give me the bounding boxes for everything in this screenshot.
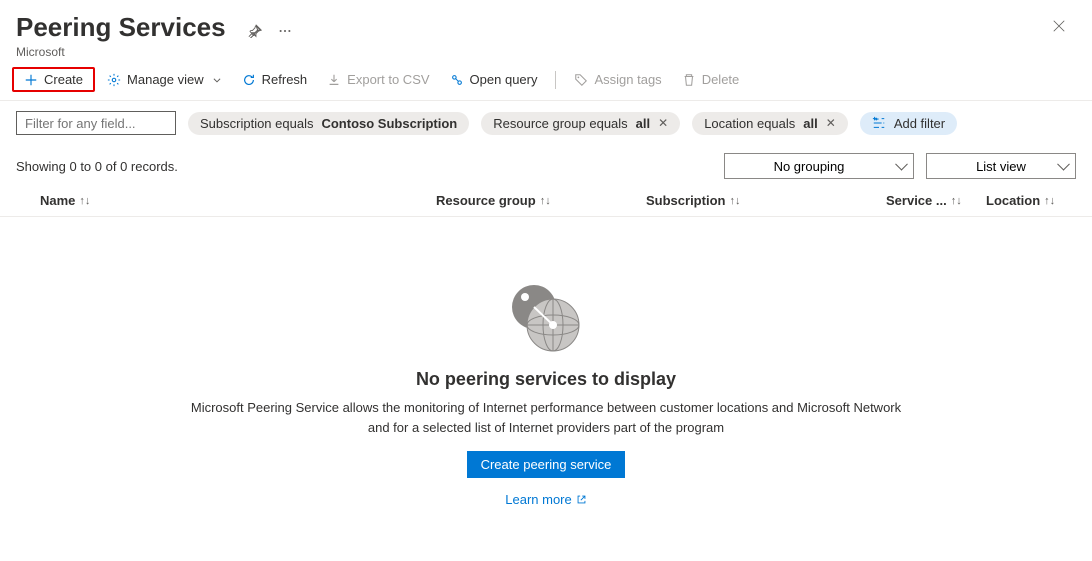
external-link-icon [576,494,587,505]
pin-icon [248,24,262,38]
page-title: Peering Services [16,12,226,43]
grouping-select[interactable]: No grouping [724,153,914,179]
table-header: Name↑↓ Resource group↑↓ Subscription↑↓ S… [0,185,1092,217]
delete-label: Delete [702,72,740,87]
globe-icon [40,277,1052,357]
status-row: Showing 0 to 0 of 0 records. No grouping… [0,145,1092,185]
refresh-icon [242,73,256,87]
create-peering-service-button[interactable]: Create peering service [467,451,626,478]
manage-view-button[interactable]: Manage view [99,68,230,91]
sort-icon: ↑↓ [1044,195,1055,207]
pin-button[interactable] [246,22,264,40]
pill-subscription-prefix: Subscription equals [200,116,313,131]
title-block: Peering Services Microsoft [16,12,1046,59]
empty-state: No peering services to display Microsoft… [0,217,1092,507]
learn-more-label: Learn more [505,492,571,507]
col-location[interactable]: Location↑↓ [986,193,1076,208]
create-button[interactable]: Create [12,67,95,92]
pill-loc-value: all [803,116,817,131]
col-service[interactable]: Service ...↑↓ [886,193,986,208]
create-label: Create [44,72,83,87]
col-name[interactable]: Name↑↓ [16,193,436,208]
tag-icon [574,73,588,87]
close-icon[interactable]: ✕ [826,116,836,130]
pill-location[interactable]: Location equals all ✕ [692,112,848,135]
filter-row: Subscription equals Contoso Subscription… [0,101,1092,145]
learn-more-link[interactable]: Learn more [505,492,586,507]
filter-input[interactable] [16,111,176,135]
close-icon[interactable]: ✕ [658,116,668,130]
chevron-down-icon [212,75,222,85]
records-count: Showing 0 to 0 of 0 records. [16,159,712,174]
empty-title: No peering services to display [40,369,1052,390]
add-filter-label: Add filter [894,116,945,131]
sort-icon: ↑↓ [540,195,551,207]
ellipsis-icon [278,24,292,38]
separator [555,71,556,89]
query-icon [450,73,464,87]
gear-icon [107,73,121,87]
toolbar: Create Manage view Refresh Export to CSV… [0,63,1092,101]
refresh-button[interactable]: Refresh [234,68,316,91]
page-subtitle: Microsoft [16,45,1046,59]
delete-button[interactable]: Delete [674,68,748,91]
col-subscription[interactable]: Subscription↑↓ [646,193,886,208]
more-button[interactable] [276,22,294,40]
sort-icon: ↑↓ [79,195,90,207]
view-mode-select[interactable]: List view [926,153,1076,179]
pill-subscription-value: Contoso Subscription [321,116,457,131]
col-resource-group[interactable]: Resource group↑↓ [436,193,646,208]
manage-view-label: Manage view [127,72,204,87]
add-filter-button[interactable]: Add filter [860,112,957,135]
sort-icon: ↑↓ [951,195,962,207]
empty-description: Microsoft Peering Service allows the mon… [186,398,906,437]
pill-resource-group[interactable]: Resource group equals all ✕ [481,112,680,135]
sort-icon: ↑↓ [729,195,740,207]
download-icon [327,73,341,87]
plus-icon [24,73,38,87]
page-header: Peering Services Microsoft [0,0,1092,63]
refresh-label: Refresh [262,72,308,87]
trash-icon [682,73,696,87]
pill-rg-prefix: Resource group equals [493,116,627,131]
pill-loc-prefix: Location equals [704,116,795,131]
open-query-button[interactable]: Open query [442,68,546,91]
close-icon [1052,19,1066,33]
export-csv-button[interactable]: Export to CSV [319,68,437,91]
pill-rg-value: all [636,116,650,131]
export-csv-label: Export to CSV [347,72,429,87]
open-query-label: Open query [470,72,538,87]
assign-tags-button[interactable]: Assign tags [566,68,669,91]
filter-icon [872,116,886,130]
pill-subscription[interactable]: Subscription equals Contoso Subscription [188,112,469,135]
close-button[interactable] [1046,16,1072,39]
assign-tags-label: Assign tags [594,72,661,87]
